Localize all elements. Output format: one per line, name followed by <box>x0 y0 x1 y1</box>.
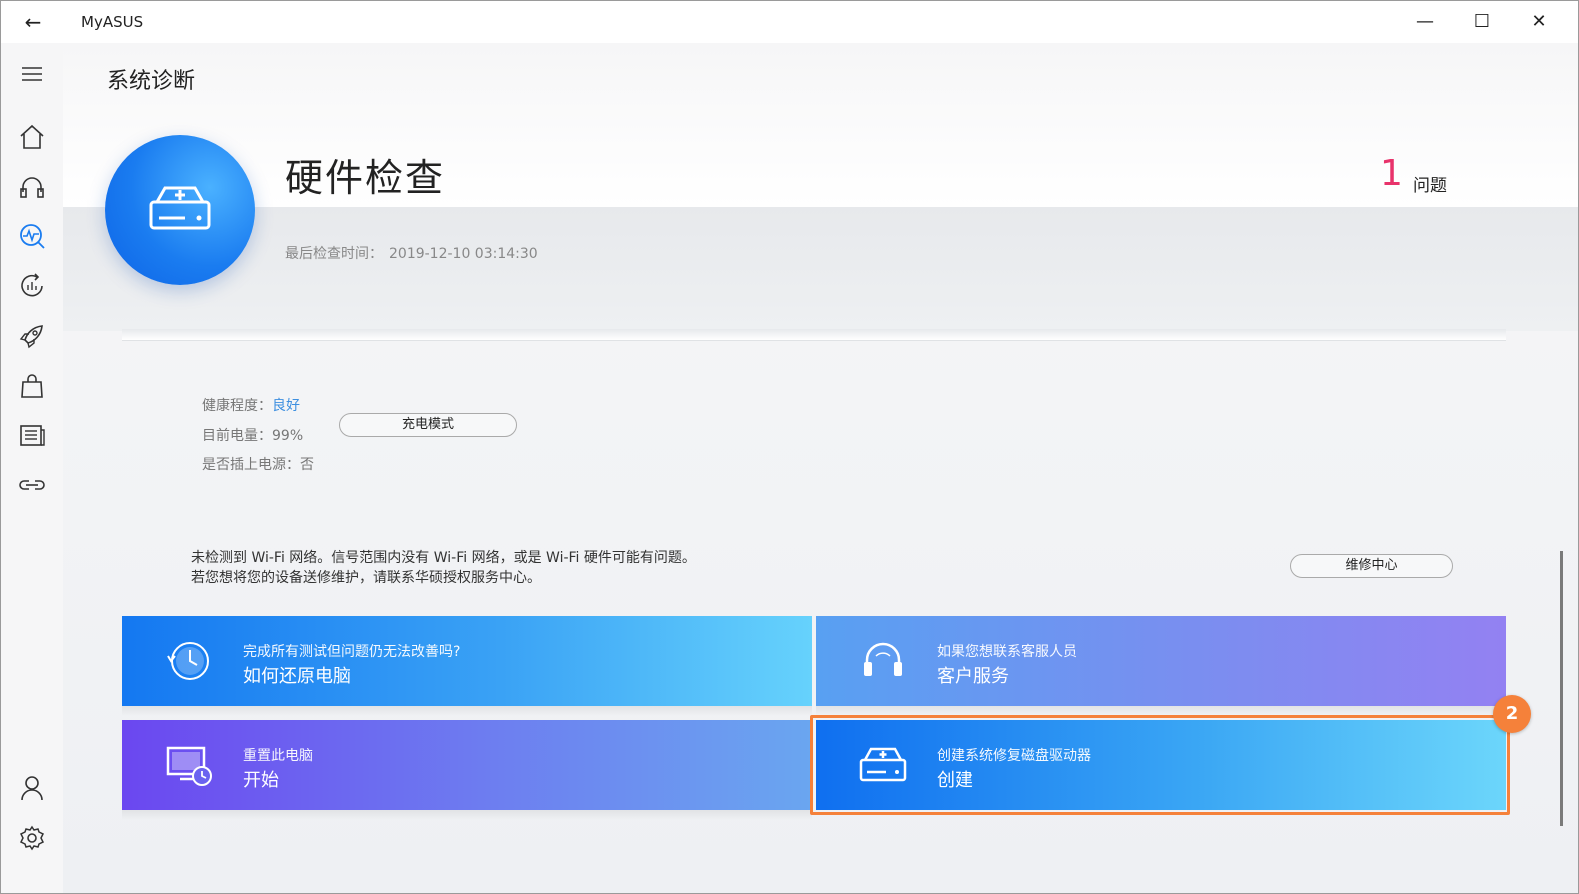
monitor-reset-icon <box>166 746 212 786</box>
battery-charge-value: 99% <box>272 428 304 444</box>
news-icon[interactable] <box>15 418 49 452</box>
battery-plugged-label: 是否插上电源： <box>202 457 300 473</box>
restore-pc-subtitle: 完成所有测试但问题仍无法改善吗? <box>243 644 461 660</box>
gear-icon[interactable] <box>15 821 49 855</box>
service-center-button[interactable]: 维修中心 <box>1290 554 1453 578</box>
customer-service-label: 客户服务 <box>937 666 1009 687</box>
tile-shadow <box>122 706 812 716</box>
step-badge: 2 <box>1493 695 1531 733</box>
last-check-value: 2019-12-10 03:14:30 <box>389 246 538 262</box>
hardware-check-badge <box>105 135 255 285</box>
back-arrow-icon[interactable]: ← <box>19 9 47 35</box>
headset-icon <box>864 642 902 676</box>
battery-health-value: 良好 <box>272 398 300 414</box>
battery-plugged: 是否插上电源：否 <box>202 454 314 474</box>
reset-pc-tile[interactable]: 重置此电脑 开始 <box>122 720 812 810</box>
link-icon[interactable] <box>15 468 49 502</box>
rocket-icon[interactable] <box>15 319 49 353</box>
wifi-message-line2: 若您想将您的设备送修维护，请联系华硕授权服务中心。 <box>191 570 541 586</box>
reset-pc-subtitle: 重置此电脑 <box>243 748 313 764</box>
customer-service-tile[interactable]: 如果您想联系客服人员 客户服务 <box>816 616 1506 706</box>
charging-mode-button[interactable]: 充电模式 <box>339 413 517 437</box>
close-button[interactable]: ✕ <box>1511 1 1567 43</box>
refresh-icon[interactable] <box>15 269 49 303</box>
home-icon[interactable] <box>15 120 49 154</box>
headset-icon[interactable] <box>15 170 49 204</box>
wifi-message-line1: 未检测到 Wi-Fi 网络。信号范围内没有 Wi-Fi 网络，或是 Wi-Fi … <box>191 550 696 566</box>
hardware-check-title: 硬件检查 <box>285 156 446 200</box>
reset-pc-label: 开始 <box>243 770 279 791</box>
tile-shadow <box>122 810 812 820</box>
title-bar: ← MyASUS — ☐ ✕ <box>1 1 1578 43</box>
hamburger-menu-icon[interactable] <box>15 57 49 91</box>
last-check-time: 最后检查时间： 2019-12-10 03:14:30 <box>285 243 538 263</box>
customer-service-subtitle: 如果您想联系客服人员 <box>937 644 1077 660</box>
section-divider <box>122 329 1506 341</box>
main-content: 系统诊断 硬件检查 1 问题 最后检查时间： 2019-12-10 03:14:3… <box>63 43 1578 893</box>
battery-plugged-value: 否 <box>300 457 314 473</box>
shopping-bag-icon[interactable] <box>15 369 49 403</box>
app-title: MyASUS <box>81 13 144 31</box>
page-title: 系统诊断 <box>107 69 196 94</box>
battery-charge: 目前电量：99% <box>202 425 303 445</box>
header-lower-band <box>63 207 1578 331</box>
issue-label: 问题 <box>1413 176 1447 196</box>
wifi-message: 未检测到 Wi-Fi 网络。信号范围内没有 Wi-Fi 网络，或是 Wi-Fi … <box>191 548 696 588</box>
restore-pc-label: 如何还原电脑 <box>243 666 351 687</box>
issue-count: 1 <box>1380 153 1403 194</box>
battery-health-label: 健康程度： <box>202 398 272 414</box>
clock-restore-icon <box>167 642 209 680</box>
minimize-button[interactable]: — <box>1397 1 1453 43</box>
restore-pc-tile[interactable]: 完成所有测试但问题仍无法改善吗? 如何还原电脑 <box>122 616 812 706</box>
user-icon[interactable] <box>15 771 49 805</box>
battery-health: 健康程度：良好 <box>202 395 300 415</box>
myasus-window: ← MyASUS — ☐ ✕ 系统诊断 硬件检查 1 问题 最后检查时间： 20… <box>0 0 1579 894</box>
maximize-button[interactable]: ☐ <box>1454 1 1510 43</box>
highlight-box <box>810 715 1510 815</box>
vertical-scrollbar[interactable] <box>1560 551 1563 826</box>
diagnostics-icon[interactable] <box>15 219 49 253</box>
last-check-label: 最后检查时间： <box>285 246 383 262</box>
battery-charge-label: 目前电量： <box>202 428 272 444</box>
hard-drive-plus-icon <box>149 186 211 230</box>
sidebar <box>1 43 63 893</box>
